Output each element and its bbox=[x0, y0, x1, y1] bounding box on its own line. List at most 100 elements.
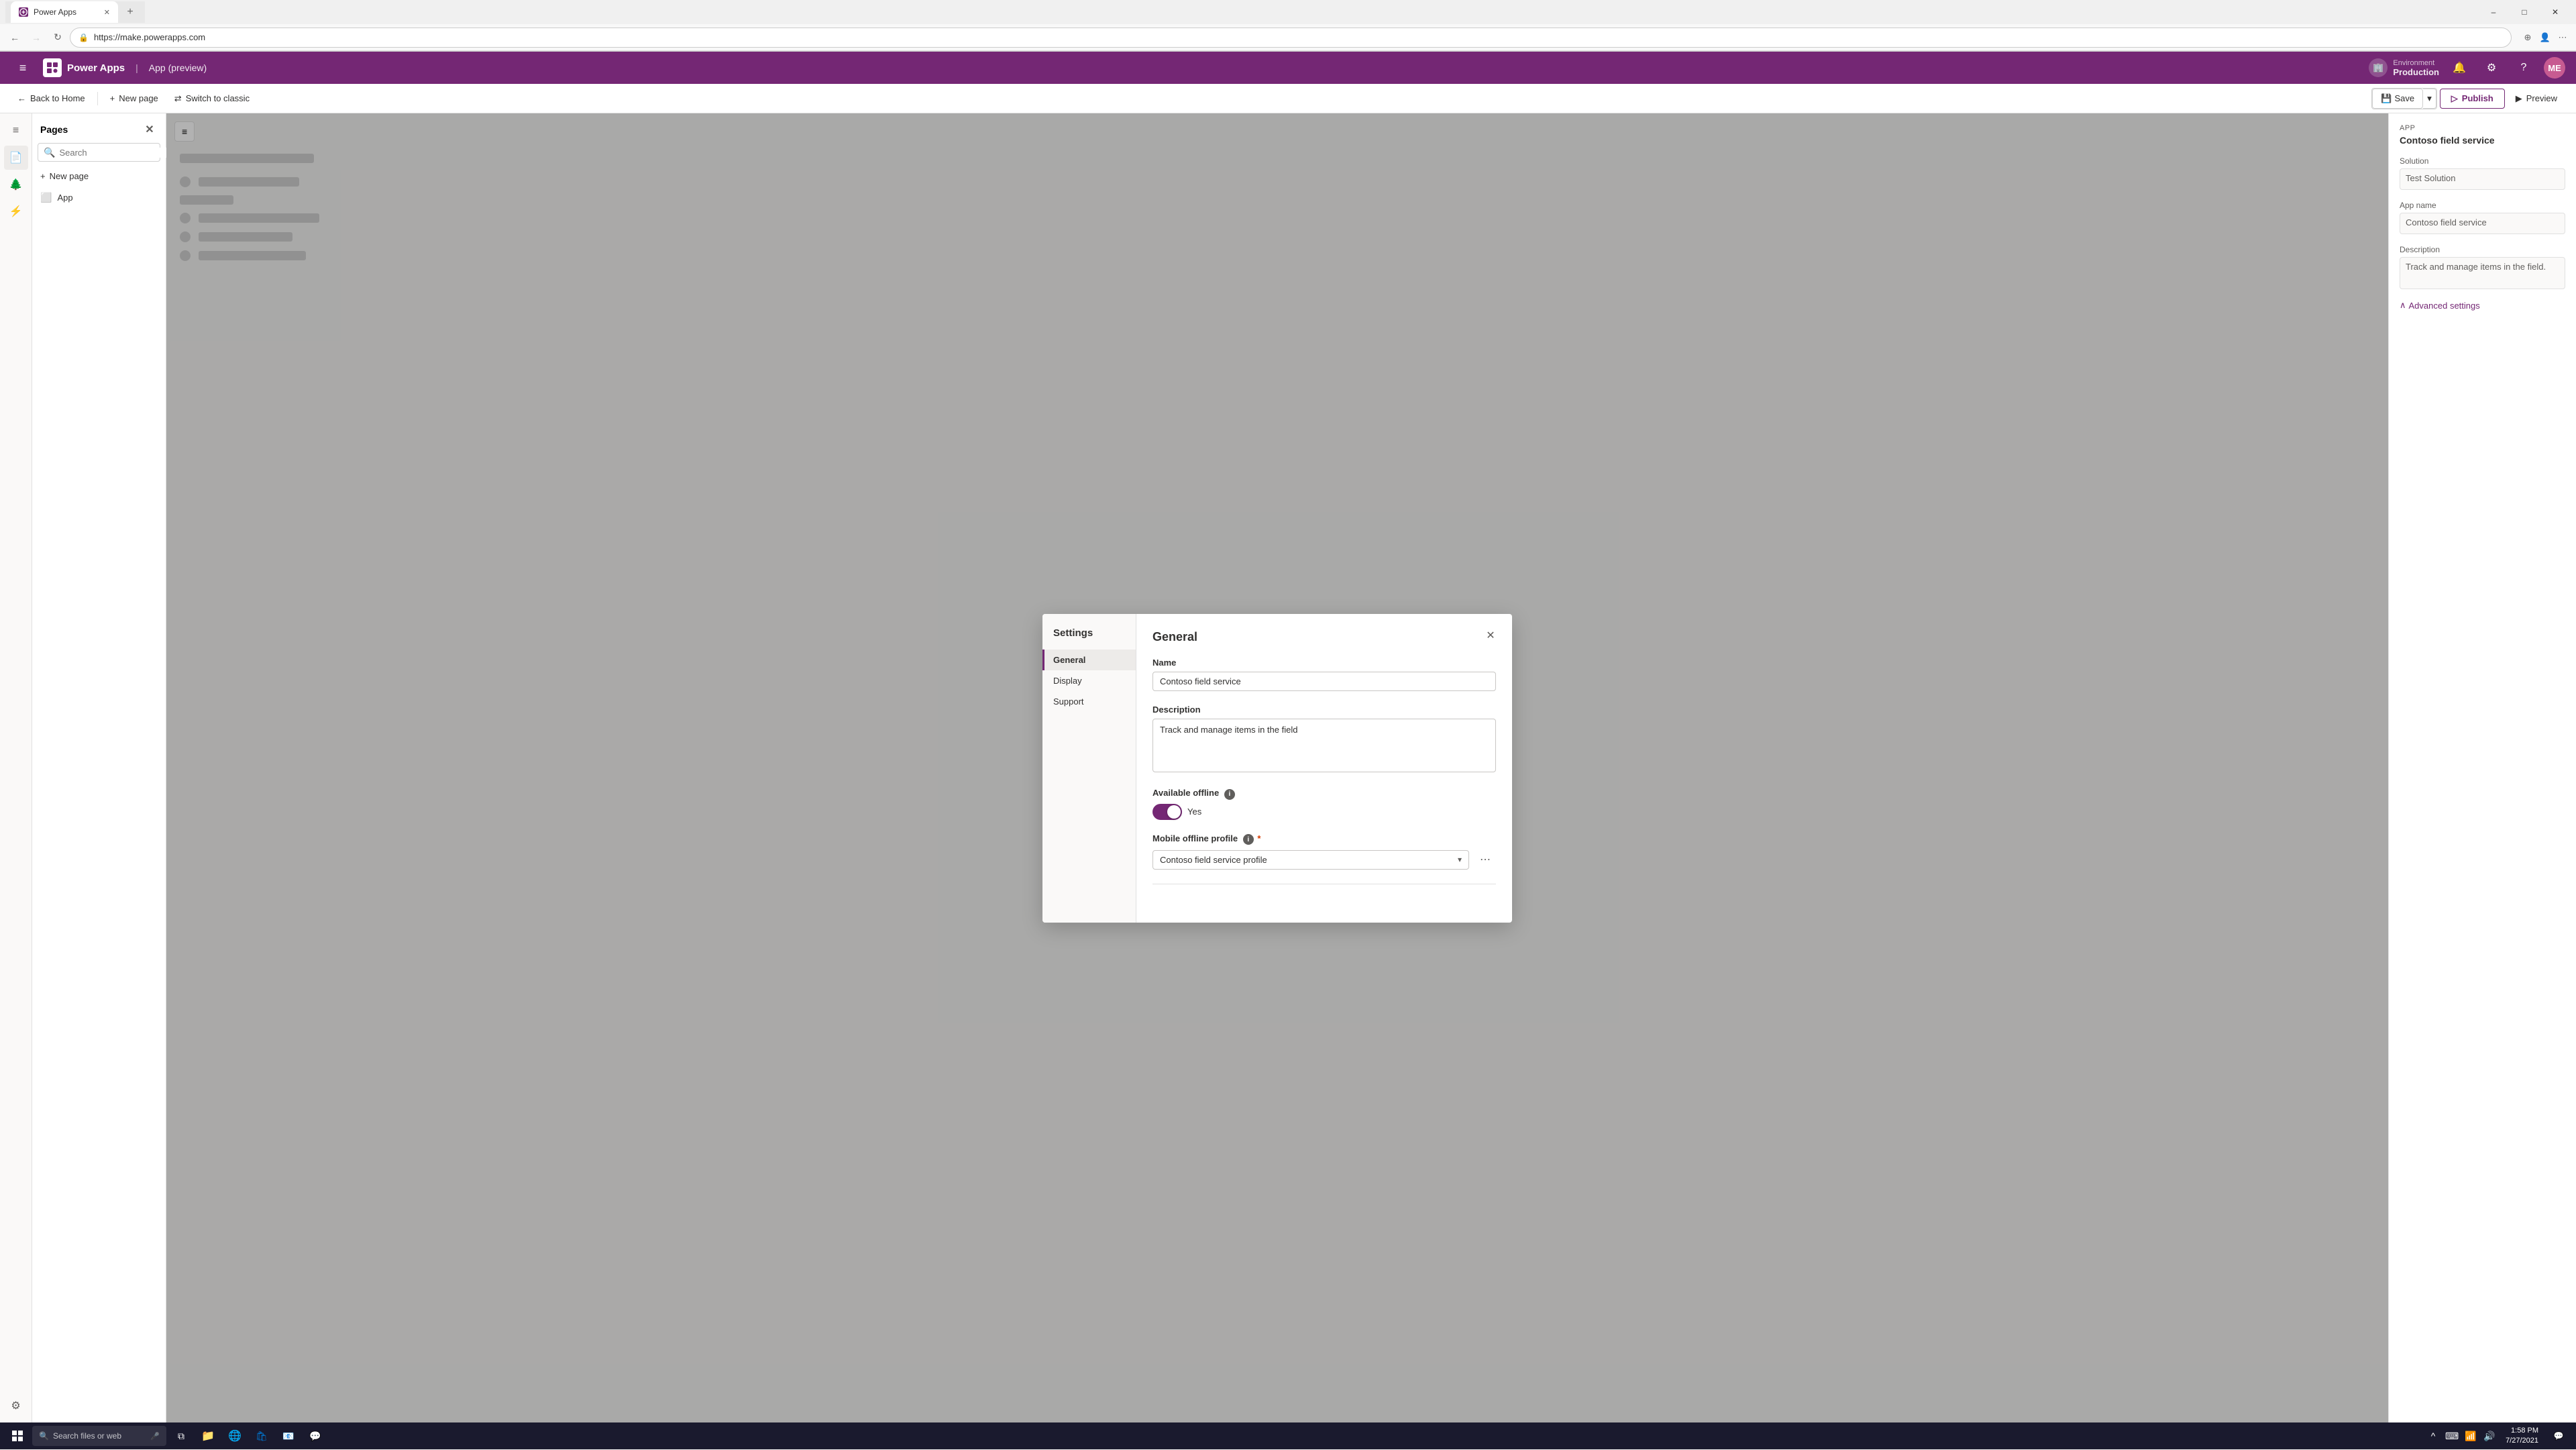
preview-btn[interactable]: ▶ Preview bbox=[2508, 89, 2565, 108]
sidebar-data-btn[interactable]: ⚡ bbox=[4, 199, 28, 223]
save-dropdown-btn[interactable]: ▾ bbox=[2423, 89, 2436, 109]
description-textarea[interactable] bbox=[1152, 719, 1496, 772]
browser-tabs: Power Apps ✕ + bbox=[5, 1, 145, 23]
mobile-profile-select[interactable]: Contoso field service profile ▾ bbox=[1152, 850, 1469, 870]
settings-nav-display[interactable]: Display bbox=[1042, 670, 1136, 691]
browser-menu-btn[interactable]: ⋯ bbox=[2555, 30, 2571, 46]
environment-name: Production bbox=[2393, 67, 2439, 77]
settings-close-btn[interactable]: ✕ bbox=[1480, 625, 1501, 646]
app-header: ≡ Power Apps | App (preview) 🏢 Environme… bbox=[0, 52, 2576, 84]
select-row: Contoso field service profile ▾ ⋯ bbox=[1152, 849, 1496, 870]
pages-panel-close-btn[interactable]: ✕ bbox=[142, 121, 158, 138]
solution-value: Test Solution bbox=[2400, 168, 2565, 190]
environment-info: 🏢 Environment Production bbox=[2369, 58, 2439, 77]
browser-titlebar: Power Apps ✕ + – □ ✕ bbox=[0, 0, 2576, 24]
pages-search-box[interactable]: 🔍 All ▾ bbox=[38, 143, 160, 162]
pages-list: ⬜ App bbox=[32, 185, 166, 210]
browser-tab-active[interactable]: Power Apps ✕ bbox=[11, 1, 118, 23]
tab-title: Power Apps bbox=[34, 7, 76, 17]
back-to-home-btn[interactable]: ← Back to Home bbox=[11, 89, 92, 107]
network-icon[interactable]: 📶 bbox=[2463, 1428, 2479, 1444]
new-page-list-btn[interactable]: + New page bbox=[32, 167, 166, 185]
settings-content-title: General bbox=[1152, 630, 1496, 644]
mobile-profile-group: Mobile offline profile i * Contoso field… bbox=[1152, 833, 1496, 871]
settings-content: General ✕ Name Description Available off… bbox=[1136, 614, 1512, 923]
nav-back-btn[interactable]: ← bbox=[5, 28, 24, 47]
new-tab-btn[interactable]: + bbox=[121, 3, 140, 21]
window-maximize-btn[interactable]: □ bbox=[2509, 2, 2540, 22]
description-label: Description bbox=[1152, 705, 1496, 715]
start-btn[interactable] bbox=[5, 1424, 30, 1448]
sidebar-menu-btn[interactable]: ≡ bbox=[4, 119, 28, 143]
user-avatar[interactable]: ME bbox=[2544, 57, 2565, 79]
notification-icon: 💬 bbox=[2554, 1431, 2564, 1441]
desc-label: Description bbox=[2400, 245, 2565, 254]
settings-modal: Settings General Display Support General… bbox=[1042, 614, 1512, 923]
taskbar-edge-btn[interactable]: 🌐 bbox=[223, 1424, 247, 1448]
taskbar-store-btn[interactable]: 🛍 bbox=[250, 1424, 274, 1448]
save-btn[interactable]: 💾 Save bbox=[2372, 89, 2423, 109]
settings-sidebar: Settings General Display Support bbox=[1042, 614, 1136, 923]
clock-date: 7/27/2021 bbox=[2506, 1436, 2538, 1446]
select-more-btn[interactable]: ⋯ bbox=[1474, 849, 1496, 870]
hamburger-menu-btn[interactable]: ≡ bbox=[11, 56, 35, 80]
app-title: Power Apps bbox=[67, 62, 125, 74]
sidebar-tree-btn[interactable]: 🌲 bbox=[4, 172, 28, 197]
profile-btn[interactable]: 👤 bbox=[2537, 30, 2553, 46]
new-page-list-label: New page bbox=[50, 171, 89, 181]
tray-chevron-icon[interactable]: ^ bbox=[2425, 1428, 2441, 1444]
sidebar-controls-btn[interactable]: ⚙ bbox=[4, 1394, 28, 1418]
address-text: https://make.powerapps.com bbox=[94, 32, 205, 42]
publish-btn[interactable]: ▷ Publish bbox=[2440, 89, 2505, 109]
left-sidebar: ≡ 📄 🌲 ⚡ ⚙ bbox=[0, 113, 32, 1423]
pages-panel-header: Pages ✕ bbox=[32, 113, 166, 143]
switch-to-classic-btn[interactable]: ⇄ Switch to classic bbox=[168, 89, 256, 108]
back-arrow-icon: ← bbox=[17, 93, 26, 103]
settings-nav-general[interactable]: General bbox=[1042, 650, 1136, 670]
advanced-settings-label: Advanced settings bbox=[2409, 301, 2480, 311]
volume-icon[interactable]: 🔊 bbox=[2481, 1428, 2498, 1444]
modal-overlay[interactable]: Settings General Display Support General… bbox=[166, 113, 2388, 1423]
page-item-app[interactable]: ⬜ App bbox=[32, 188, 166, 207]
browser-chrome: Power Apps ✕ + – □ ✕ ← → ↻ 🔒 https://mak… bbox=[0, 0, 2576, 52]
taskbar-search-box[interactable]: 🔍 Search files or web 🎤 bbox=[32, 1426, 166, 1446]
nav-forward-btn[interactable]: → bbox=[27, 28, 46, 47]
taskbar-clock[interactable]: 1:58 PM 7/27/2021 bbox=[2500, 1426, 2544, 1447]
tab-close-btn[interactable]: ✕ bbox=[104, 8, 110, 17]
solution-label: Solution bbox=[2400, 156, 2565, 166]
name-input[interactable] bbox=[1152, 672, 1496, 691]
taskbar-tray: ^ ⌨ 📶 🔊 bbox=[2425, 1428, 2498, 1444]
sidebar-pages-btn[interactable]: 📄 bbox=[4, 146, 28, 170]
nav-refresh-btn[interactable]: ↻ bbox=[48, 28, 67, 47]
address-bar[interactable]: 🔒 https://make.powerapps.com bbox=[70, 28, 2512, 48]
extensions-btn[interactable]: ⊕ bbox=[2520, 30, 2536, 46]
window-minimize-btn[interactable]: – bbox=[2478, 2, 2509, 22]
taskbar-search-icon: 🔍 bbox=[39, 1431, 49, 1441]
appname-label: App name bbox=[2400, 201, 2565, 210]
available-offline-label: Available offline i bbox=[1152, 788, 1496, 800]
taskbar-file-explorer-btn[interactable]: 📁 bbox=[196, 1424, 220, 1448]
pages-panel-title: Pages bbox=[40, 124, 68, 135]
settings-nav-support[interactable]: Support bbox=[1042, 691, 1136, 712]
available-offline-toggle[interactable] bbox=[1152, 804, 1182, 820]
window-close-btn[interactable]: ✕ bbox=[2540, 2, 2571, 22]
notification-center-btn[interactable]: 💬 bbox=[2546, 1424, 2571, 1448]
outlook-icon: 📧 bbox=[282, 1431, 294, 1442]
browser-nav: ← → ↻ 🔒 https://make.powerapps.com ⊕ 👤 ⋯ bbox=[0, 24, 2576, 51]
required-star: * bbox=[1257, 833, 1260, 843]
taskbar-task-view-btn[interactable]: ⧉ bbox=[169, 1424, 193, 1448]
available-offline-info-icon: i bbox=[1224, 789, 1235, 800]
new-page-btn[interactable]: + New page bbox=[103, 89, 165, 107]
advanced-settings-link[interactable]: ∧ Advanced settings bbox=[2400, 300, 2565, 311]
app-subtitle: App (preview) bbox=[149, 62, 207, 73]
notifications-btn[interactable]: 🔔 bbox=[2447, 56, 2471, 80]
taskbar-search-placeholder: Search files or web bbox=[53, 1431, 121, 1441]
taskbar-outlook-btn[interactable]: 📧 bbox=[276, 1424, 301, 1448]
settings-btn[interactable]: ⚙ bbox=[2479, 56, 2504, 80]
taskbar-teams-btn[interactable]: 💬 bbox=[303, 1424, 327, 1448]
keyboard-icon[interactable]: ⌨ bbox=[2444, 1428, 2460, 1444]
help-btn[interactable]: ? bbox=[2512, 56, 2536, 80]
page-item-icon: ⬜ bbox=[40, 192, 52, 203]
pages-search-input[interactable] bbox=[59, 148, 177, 158]
canvas-area[interactable]: ≡ bbox=[166, 113, 2388, 1423]
